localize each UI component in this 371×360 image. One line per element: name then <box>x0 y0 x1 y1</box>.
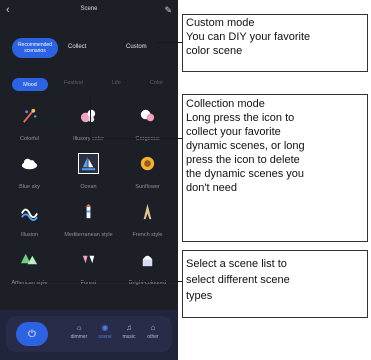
note-line: Long press the icon to <box>186 112 295 124</box>
callout-line-custom <box>156 42 183 43</box>
nav-label: other <box>147 334 159 340</box>
power-button[interactable]: ⏻ <box>16 322 48 346</box>
nav-scene[interactable]: ◉ scene <box>92 323 118 340</box>
scene-label: Sunflower <box>135 184 160 190</box>
category-festival[interactable]: Festival <box>64 80 83 86</box>
note-line: You can DIY your favorite <box>186 31 311 43</box>
note-line: types <box>186 290 213 302</box>
scene-colorful[interactable]: Colorful <box>0 106 59 154</box>
note-custom-mode: Custom mode You can DIY your favorite co… <box>182 14 368 72</box>
waves-icon <box>21 208 38 221</box>
top-bar: ‹ Scene ✎ <box>0 0 178 22</box>
scene-label: Illusion <box>20 232 39 238</box>
pine-trees-icon <box>20 253 38 265</box>
bottom-nav: ⏻ ☼ dimmer ◉ scene ♫ music ⌂ other <box>0 310 178 360</box>
scene-label: French style <box>132 232 163 238</box>
scene-label: Illusory color <box>73 136 104 142</box>
note-line: Select a scene list to <box>186 258 287 270</box>
scene-bright-coloured[interactable]: Bright-coloured <box>118 250 177 298</box>
note-line: the dynamic scenes you <box>186 168 305 180</box>
note-line: color scene <box>186 45 243 57</box>
scene-icon: ◉ <box>101 323 109 332</box>
page-title: Scene <box>80 6 98 12</box>
building-icon <box>142 255 153 267</box>
tab-collect[interactable]: Collect <box>68 44 86 50</box>
dimmer-icon: ☼ <box>75 323 83 332</box>
nav-dimmer[interactable]: ☼ dimmer <box>66 323 92 340</box>
callout-line-collection <box>90 138 183 139</box>
scene-sunflower[interactable]: Sunflower <box>118 154 177 202</box>
scene-illusion[interactable]: Illusion <box>0 202 59 250</box>
lighthouse-icon <box>85 203 92 219</box>
bottom-nav-panel: ⏻ ☼ dimmer ◉ scene ♫ music ⌂ other <box>6 316 172 352</box>
scene-label: Mediterranean style <box>64 232 113 238</box>
phone-screen: ‹ Scene ✎ Recommended scenarios Collect … <box>0 0 178 360</box>
tab-custom[interactable]: Custom <box>126 44 147 50</box>
scene-ocean[interactable]: Ocean <box>59 153 118 202</box>
note-collection-mode: Collection mode Long press the icon to c… <box>182 94 368 242</box>
category-tabs: Mood Festival Life Color <box>8 78 174 94</box>
music-icon: ♫ <box>126 323 132 332</box>
mode-tabs: Recommended scenarios Collect Custom <box>8 36 174 60</box>
scene-label: Blue sky <box>19 184 40 190</box>
scene-illusory-color[interactable]: Illusory color <box>59 106 118 154</box>
sailboat-icon <box>78 153 99 174</box>
nav-other[interactable]: ⌂ other <box>140 323 166 340</box>
callout-line-collection-vertical <box>90 96 91 138</box>
scene-label: Ocean <box>80 184 97 190</box>
note-line: Custom mode <box>186 17 255 29</box>
power-icon: ⏻ <box>28 328 36 340</box>
scene-label: Colorful <box>20 136 39 142</box>
scene-forest[interactable]: Forest <box>59 250 118 298</box>
nav-label: music <box>122 334 136 340</box>
note-line: dynamic scenes, or long <box>186 140 305 152</box>
scene-label: Gorgeous <box>135 136 160 142</box>
category-color[interactable]: Color <box>150 80 163 86</box>
note-line: select different scene <box>186 274 290 286</box>
edit-icon[interactable]: ✎ <box>164 5 172 16</box>
note-scene-list: Select a scene list to select different … <box>182 250 368 318</box>
category-mood[interactable]: Mood <box>12 78 48 91</box>
other-icon: ⌂ <box>150 323 156 332</box>
eiffel-tower-icon <box>143 203 152 220</box>
nav-label: scene <box>98 334 112 340</box>
drinks-icon <box>82 255 95 264</box>
bubbles-icon <box>80 109 96 123</box>
note-line: press the icon to delete <box>186 154 300 166</box>
scene-french-style[interactable]: French style <box>118 202 177 250</box>
callout-line-scene-list <box>20 281 183 282</box>
scene-american-style[interactable]: American style <box>0 250 59 298</box>
tab-recommended-scenarios[interactable]: Recommended scenarios <box>12 38 58 58</box>
gorgeous-icon <box>140 109 155 122</box>
cloud-icon <box>21 158 38 170</box>
scene-blue-sky[interactable]: Blue sky <box>0 154 59 202</box>
note-line: don't need <box>186 182 238 194</box>
nav-music[interactable]: ♫ music <box>116 323 142 340</box>
note-line: collect your favorite <box>186 126 281 138</box>
nav-label: dimmer <box>70 334 88 340</box>
scene-gorgeous[interactable]: Gorgeous <box>118 106 177 154</box>
note-line: Collection mode <box>186 98 265 110</box>
scene-mediterranean-style[interactable]: Mediterranean style <box>59 202 118 250</box>
firework-icon <box>23 108 37 123</box>
sunflower-icon <box>140 156 155 171</box>
category-life[interactable]: Life <box>112 80 121 86</box>
